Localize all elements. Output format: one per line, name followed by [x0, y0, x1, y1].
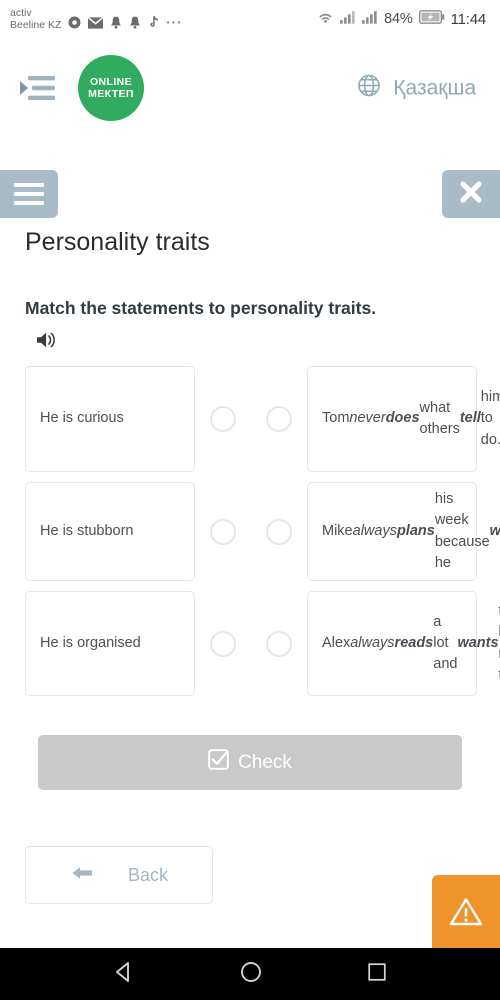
hamburger-icon	[14, 183, 44, 205]
nav-back-triangle-icon[interactable]	[112, 960, 136, 989]
bell-outline-icon	[129, 16, 141, 29]
carrier-line-1: activ	[10, 7, 32, 19]
task-prompt: Match the statements to personality trai…	[25, 298, 377, 318]
matching-exercise: He is curious Tom never does what others…	[0, 366, 500, 706]
bell-icon	[110, 16, 122, 29]
battery-percent: 84%	[384, 11, 413, 27]
match-left-cell[interactable]: He is stubborn	[25, 482, 195, 581]
brand-logo-line-2: МЕКТЕП	[88, 88, 134, 100]
language-switcher[interactable]: Қазақша	[357, 74, 476, 103]
check-button-label: Check	[238, 751, 292, 773]
match-right-cell[interactable]: Alex always reads a lot and wants to kno…	[307, 591, 500, 696]
connector-dot-right[interactable]	[266, 406, 292, 432]
match-right-card[interactable]: Mike always plans his week because he wo…	[307, 482, 500, 581]
match-left-cell[interactable]: He is curious	[25, 366, 195, 472]
match-left-dot-column	[195, 482, 251, 581]
app-header: ONLINE МЕКТЕП Қазақша	[0, 38, 500, 138]
match-right-cell[interactable]: Tom never does what others tell him to d…	[307, 366, 500, 472]
mail-icon	[88, 16, 104, 29]
carrier-line-2: Beeline KZ	[10, 19, 62, 31]
status-bar: activ Beeline KZ 84% 11:44	[0, 0, 500, 38]
connector-dot-right[interactable]	[266, 630, 292, 657]
match-right-dot-column	[251, 482, 307, 581]
globe-icon	[357, 74, 381, 103]
more-icon	[166, 20, 181, 25]
language-label: Қазақша	[393, 76, 476, 99]
signal-bars-icon	[340, 10, 356, 29]
warning-triangle-icon	[449, 896, 483, 933]
match-left-card[interactable]: He is curious	[25, 366, 195, 472]
speaker-icon[interactable]	[36, 330, 58, 355]
phone-screen: activ Beeline KZ 84% 11:44 ONLINE МЕКТЕП…	[0, 0, 500, 1000]
match-right-card[interactable]: Alex always reads a lot and wants to kno…	[307, 591, 500, 696]
tiktok-icon	[148, 16, 159, 29]
status-bar-right: 84% 11:44	[317, 9, 490, 29]
match-left-card[interactable]: He is organised	[25, 591, 195, 696]
lesson-toolbar	[0, 138, 500, 218]
back-button[interactable]: Back	[25, 846, 213, 904]
report-problem-button[interactable]	[432, 875, 500, 953]
check-button[interactable]: Check	[38, 735, 462, 790]
android-nav-bar	[0, 948, 500, 1000]
check-square-icon	[208, 749, 229, 776]
connector-dot-left[interactable]	[210, 406, 236, 432]
page-title: Personality traits	[25, 228, 210, 256]
nav-recents-square-icon[interactable]	[366, 961, 388, 988]
signal-bars-icon	[362, 10, 378, 29]
clock: 11:44	[450, 10, 487, 28]
status-bar-left: activ Beeline KZ	[10, 7, 181, 31]
match-right-dot-column	[251, 591, 307, 696]
match-row: He is organised Alex always reads a lot …	[0, 591, 500, 696]
match-row: He is stubborn Mike always plans his wee…	[0, 482, 500, 581]
match-left-cell[interactable]: He is organised	[25, 591, 195, 696]
match-left-card[interactable]: He is stubborn	[25, 482, 195, 581]
arrow-left-icon	[70, 864, 94, 887]
match-left-dot-column	[195, 591, 251, 696]
match-right-dot-column	[251, 366, 307, 472]
brand-logo[interactable]: ONLINE МЕКТЕП	[78, 55, 144, 121]
close-icon	[458, 179, 484, 210]
nav-home-circle-icon[interactable]	[239, 960, 263, 989]
match-right-card[interactable]: Tom never does what others tell him to d…	[307, 366, 500, 472]
notification-icons	[68, 16, 181, 31]
close-button[interactable]	[442, 170, 500, 218]
chrome-icon	[68, 16, 81, 29]
brand-logo-line-1: ONLINE	[89, 76, 133, 88]
carrier-label: activ Beeline KZ	[10, 7, 61, 31]
match-left-dot-column	[195, 366, 251, 472]
menu-indent-icon[interactable]	[18, 70, 60, 106]
back-button-label: Back	[127, 864, 169, 885]
battery-charging-icon	[418, 9, 445, 29]
match-row: He is curious Tom never does what others…	[0, 366, 500, 472]
connector-dot-left[interactable]	[210, 630, 236, 657]
connector-dot-left[interactable]	[210, 518, 236, 545]
connector-dot-right[interactable]	[266, 518, 292, 545]
match-right-cell[interactable]: Mike always plans his week because he wo…	[307, 482, 500, 581]
lesson-content: Personality traits Match the statements …	[0, 138, 500, 953]
wifi-icon	[317, 10, 334, 29]
sidebar-toggle-button[interactable]	[0, 170, 58, 218]
